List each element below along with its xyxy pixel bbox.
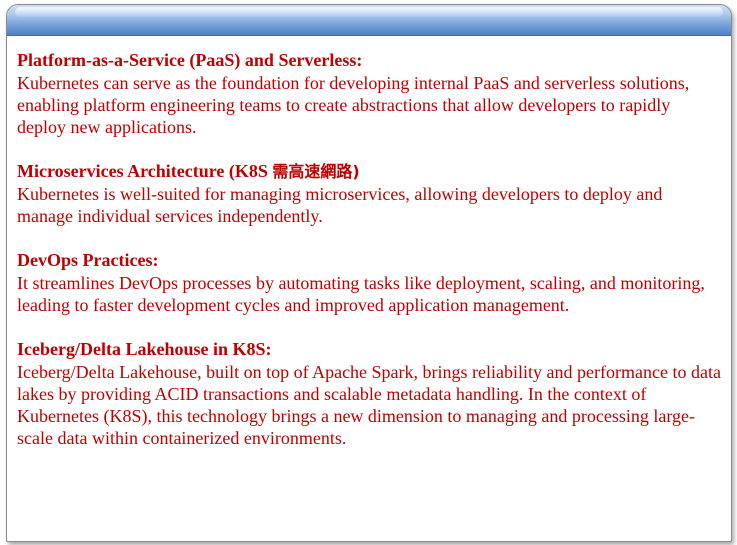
section-microservices: Microservices Architecture (K8S 需高速網路) K…	[17, 160, 722, 227]
section-devops: DevOps Practices: It streamlines DevOps …	[17, 249, 722, 316]
section-title: Platform-as-a-Service (PaaS) and Serverl…	[17, 50, 363, 70]
header-bar	[7, 5, 731, 36]
section-body: Kubernetes is well-suited for managing m…	[17, 184, 663, 226]
section-title: Microservices Architecture (K8S 需高速網路)	[17, 161, 360, 181]
section-lakehouse: Iceberg/Delta Lakehouse in K8S: Iceberg/…	[17, 338, 722, 449]
section-title: Iceberg/Delta Lakehouse in K8S:	[17, 339, 272, 359]
section-body: Iceberg/Delta Lakehouse, built on top of…	[17, 362, 721, 448]
slide-content: Platform-as-a-Service (PaaS) and Serverl…	[17, 49, 722, 471]
section-title: DevOps Practices:	[17, 250, 159, 270]
section-paas: Platform-as-a-Service (PaaS) and Serverl…	[17, 49, 722, 138]
section-body: It streamlines DevOps processes by autom…	[17, 273, 705, 315]
slide-card: Platform-as-a-Service (PaaS) and Serverl…	[6, 4, 732, 542]
section-body: Kubernetes can serve as the foundation f…	[17, 73, 690, 137]
